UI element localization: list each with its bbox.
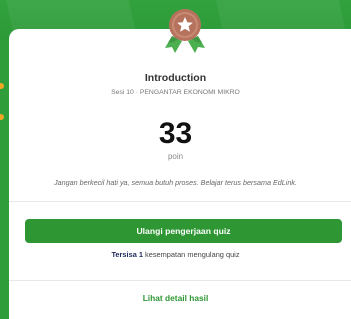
retry-quiz-button[interactable]: Ulangi pengerjaan quiz [25, 219, 342, 243]
score-value: 33 [158, 117, 193, 150]
score-unit: poin [167, 152, 184, 161]
medal-star-icon [165, 9, 205, 53]
view-result-detail-link[interactable]: Lihat detail hasil [0, 293, 351, 303]
quiz-title: Introduction [144, 72, 207, 84]
encouragement-message: Jangan berkecil hati ya, semua butuh pro… [54, 178, 297, 187]
divider [9, 280, 351, 281]
remaining-count: Tersisa 1 [111, 250, 143, 259]
remaining-attempts: Tersisa 1 kesempatan mengulang quiz [0, 250, 351, 259]
remaining-text: kesempatan mengulang quiz [142, 250, 240, 259]
session-subtitle: Sesi 10 · PENGANTAR EKONOMI MIKRO [111, 89, 240, 96]
divider [9, 201, 351, 202]
